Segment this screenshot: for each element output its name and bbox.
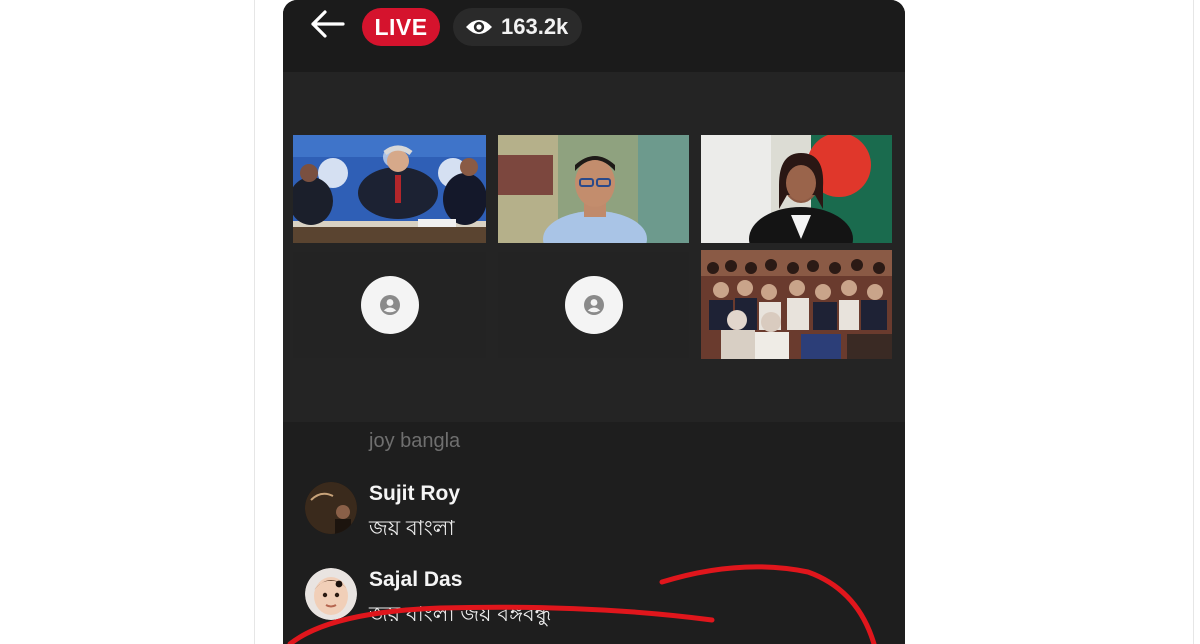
eye-icon [466, 20, 492, 34]
avatar[interactable] [305, 568, 357, 620]
viewer-count-pill: 163.2k [453, 8, 583, 46]
chat-text: জয় বাংলা [369, 517, 455, 540]
participant-no-video-2[interactable] [498, 252, 689, 358]
chat-text: জয় বাংলা জয় বঙ্গবন্ধু [369, 603, 552, 626]
arrow-left-icon [311, 10, 345, 38]
live-stream-screen: LIVE 163.2k joy bangla Sujit Roy জয় বাং… [283, 0, 905, 644]
participant-video-woman[interactable] [701, 135, 892, 243]
avatar[interactable] [305, 482, 357, 534]
video-grid [283, 72, 905, 422]
back-button[interactable] [305, 4, 349, 44]
chat-username[interactable]: Sajal Das [369, 568, 462, 592]
user-avatar-placeholder [564, 276, 623, 334]
chat-message: Sujit Roy জয় বাংলা [305, 482, 865, 542]
chat-message: Sajal Das জয় বাংলা জয় বঙ্গবন্ধু [305, 568, 865, 628]
user-avatar-icon [379, 295, 400, 315]
top-bar: LIVE 163.2k [283, 0, 905, 72]
participant-video-audience[interactable] [701, 250, 892, 359]
woman-video-image [701, 135, 892, 243]
man-video-image [498, 135, 689, 243]
chat-panel: joy bangla Sujit Roy জয় বাংলা Sajal Das… [283, 422, 905, 644]
user-avatar-placeholder [360, 276, 419, 334]
press-conference-image [293, 135, 486, 243]
live-badge: LIVE [362, 8, 440, 46]
participant-no-video-1[interactable] [293, 252, 486, 358]
chat-message-faded: joy bangla [369, 430, 461, 452]
participant-video-press-conference[interactable] [293, 135, 486, 243]
viewer-count: 163.2k [501, 14, 569, 39]
sujit-avatar-image [305, 482, 357, 534]
audience-image [701, 250, 892, 359]
participant-video-man[interactable] [498, 135, 689, 243]
sajal-avatar-image [305, 568, 357, 620]
chat-username[interactable]: Sujit Roy [369, 482, 460, 506]
user-avatar-icon [583, 295, 604, 315]
